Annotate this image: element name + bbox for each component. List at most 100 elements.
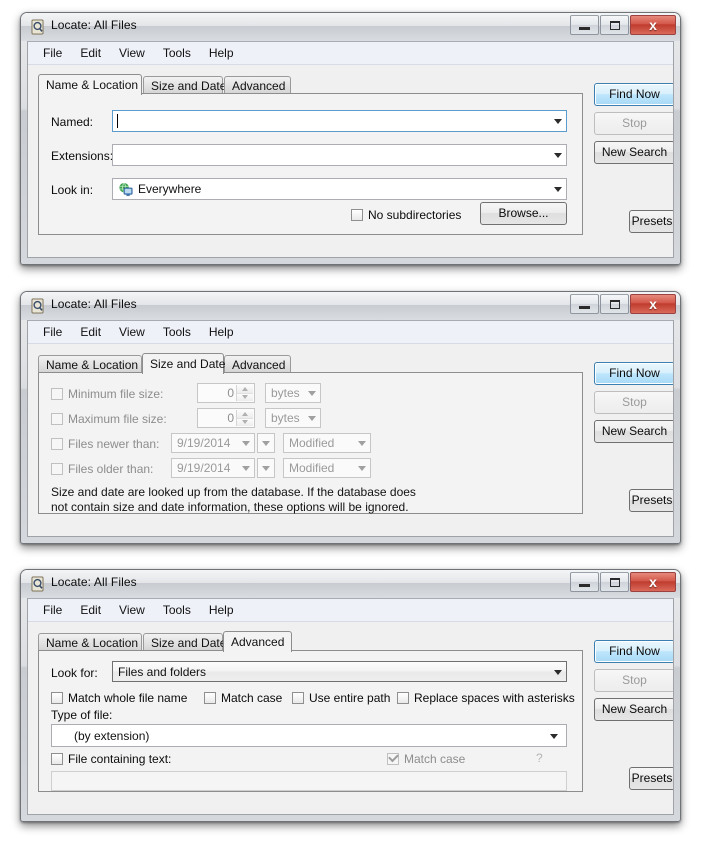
presets-button[interactable]: Presets xyxy=(629,767,673,790)
menu-tools[interactable]: Tools xyxy=(154,44,200,62)
spinner-buttons[interactable] xyxy=(236,410,253,426)
chevron-down-icon[interactable] xyxy=(554,187,562,192)
minimize-button[interactable] xyxy=(570,294,599,314)
tab-advanced[interactable]: Advanced xyxy=(224,355,291,373)
files-older-than-date-picker[interactable]: 9/19/2014 xyxy=(171,458,255,478)
minimize-button[interactable] xyxy=(570,572,599,592)
help-question-icon[interactable]: ? xyxy=(536,751,543,765)
tab-name-and-location[interactable]: Name & Location xyxy=(38,74,142,95)
new-search-button[interactable]: New Search xyxy=(594,420,673,443)
maximum-file-size-checkbox[interactable]: Maximum file size: xyxy=(51,413,167,426)
chevron-down-icon[interactable] xyxy=(242,441,250,446)
files-newer-than-dropdown-extra[interactable] xyxy=(257,433,275,453)
maximum-file-size-unit-combobox[interactable]: bytes xyxy=(265,408,321,428)
minimize-button[interactable] xyxy=(570,15,599,35)
spinner-down-icon[interactable] xyxy=(237,393,253,401)
menu-view[interactable]: View xyxy=(110,44,154,62)
maximum-file-size-spinner[interactable]: 0 xyxy=(197,408,255,428)
spinner-buttons[interactable] xyxy=(236,385,253,401)
menu-tools[interactable]: Tools xyxy=(154,601,200,619)
close-button[interactable]: x xyxy=(630,294,676,314)
files-newer-than-checkbox[interactable]: Files newer than: xyxy=(51,438,159,451)
menu-edit[interactable]: Edit xyxy=(71,44,110,62)
chevron-down-icon[interactable] xyxy=(554,119,562,124)
minimum-file-size-spinner[interactable]: 0 xyxy=(197,383,255,403)
tab-advanced[interactable]: Advanced xyxy=(223,631,292,652)
menu-file[interactable]: File xyxy=(34,44,71,62)
files-older-than-attribute-combobox[interactable]: Modified xyxy=(283,458,371,478)
tab-advanced[interactable]: Advanced xyxy=(224,76,291,94)
maximize-button[interactable] xyxy=(600,15,629,35)
file-containing-text-input[interactable] xyxy=(51,771,567,791)
new-search-button[interactable]: New Search xyxy=(594,141,673,164)
match-whole-file-name-checkbox[interactable]: Match whole file name xyxy=(51,692,187,705)
find-now-button[interactable]: Find Now xyxy=(594,83,673,106)
tab-name-and-location[interactable]: Name & Location xyxy=(38,355,142,373)
spinner-up-icon[interactable] xyxy=(237,410,253,419)
minimum-file-size-checkbox[interactable]: Minimum file size: xyxy=(51,388,163,401)
extensions-combobox[interactable] xyxy=(112,144,567,166)
file-text-match-case-checkbox: Match case xyxy=(387,753,465,766)
chevron-down-icon[interactable] xyxy=(358,441,366,446)
spinner-up-icon[interactable] xyxy=(237,385,253,394)
presets-button[interactable]: Presets xyxy=(629,489,673,512)
look-in-combobox[interactable]: Everywhere xyxy=(112,178,567,200)
find-now-button[interactable]: Find Now xyxy=(594,362,673,385)
menu-help[interactable]: Help xyxy=(200,323,243,341)
size-date-info-text: Size and date are looked up from the dat… xyxy=(51,485,416,514)
replace-spaces-with-asterisks-checkbox[interactable]: Replace spaces with asterisks xyxy=(397,692,575,705)
find-now-button[interactable]: Find Now xyxy=(594,640,673,663)
chevron-down-icon[interactable] xyxy=(262,441,270,446)
files-newer-than-date-picker[interactable]: 9/19/2014 xyxy=(171,433,255,453)
look-for-combobox[interactable]: Files and folders xyxy=(112,661,567,682)
maximize-button[interactable] xyxy=(600,572,629,592)
new-search-button[interactable]: New Search xyxy=(594,698,673,721)
chevron-down-icon[interactable] xyxy=(550,733,558,739)
titlebar[interactable]: Locate: All Files x xyxy=(21,570,680,598)
menu-view[interactable]: View xyxy=(110,601,154,619)
chevron-down-icon[interactable] xyxy=(308,391,316,396)
maximize-button[interactable] xyxy=(600,294,629,314)
chevron-down-icon[interactable] xyxy=(308,416,316,421)
titlebar[interactable]: Locate: All Files x xyxy=(21,13,680,41)
menu-edit[interactable]: Edit xyxy=(71,323,110,341)
minimum-file-size-unit-combobox[interactable]: bytes xyxy=(265,383,321,403)
close-button[interactable]: x xyxy=(630,15,676,35)
titlebar[interactable]: Locate: All Files x xyxy=(21,292,680,320)
menu-edit[interactable]: Edit xyxy=(71,601,110,619)
magnifier-document-icon xyxy=(30,576,46,592)
browse-button[interactable]: Browse... xyxy=(480,202,567,225)
tab-strip: Name & Location Size and Date Advanced xyxy=(38,353,583,374)
menu-file[interactable]: File xyxy=(34,323,71,341)
tab-size-and-date[interactable]: Size and Date xyxy=(143,633,226,651)
maximum-file-size-unit: bytes xyxy=(271,411,300,425)
menu-file[interactable]: File xyxy=(34,601,71,619)
chevron-down-icon[interactable] xyxy=(262,466,270,471)
files-newer-than-attribute-combobox[interactable]: Modified xyxy=(283,433,371,453)
menu-help[interactable]: Help xyxy=(200,601,243,619)
menu-tools[interactable]: Tools xyxy=(154,323,200,341)
menu-help[interactable]: Help xyxy=(200,44,243,62)
use-entire-path-checkbox[interactable]: Use entire path xyxy=(292,692,390,705)
file-containing-text-checkbox[interactable]: File containing text: xyxy=(51,753,171,766)
tab-size-and-date[interactable]: Size and Date xyxy=(142,353,225,374)
files-older-than-dropdown-extra[interactable] xyxy=(257,458,275,478)
tab-name-and-location[interactable]: Name & Location xyxy=(38,633,142,651)
files-older-than-checkbox[interactable]: Files older than: xyxy=(51,463,153,476)
files-newer-than-date: 9/19/2014 xyxy=(177,436,231,450)
chevron-down-icon[interactable] xyxy=(358,466,366,471)
no-subdirectories-checkbox[interactable]: No subdirectories xyxy=(351,209,461,222)
type-of-file-combobox[interactable]: (by extension) xyxy=(51,724,567,747)
tab-size-and-date[interactable]: Size and Date xyxy=(143,76,226,94)
match-case-checkbox[interactable]: Match case xyxy=(204,692,282,705)
close-button[interactable]: x xyxy=(630,572,676,592)
files-older-than-attribute: Modified xyxy=(289,461,335,475)
chevron-down-icon[interactable] xyxy=(554,153,562,158)
presets-button[interactable]: Presets xyxy=(629,210,673,233)
spinner-down-icon[interactable] xyxy=(237,418,253,426)
menu-view[interactable]: View xyxy=(110,323,154,341)
maximize-icon xyxy=(609,20,620,30)
chevron-down-icon[interactable] xyxy=(554,669,562,675)
named-combobox[interactable] xyxy=(112,110,567,132)
chevron-down-icon[interactable] xyxy=(242,466,250,471)
